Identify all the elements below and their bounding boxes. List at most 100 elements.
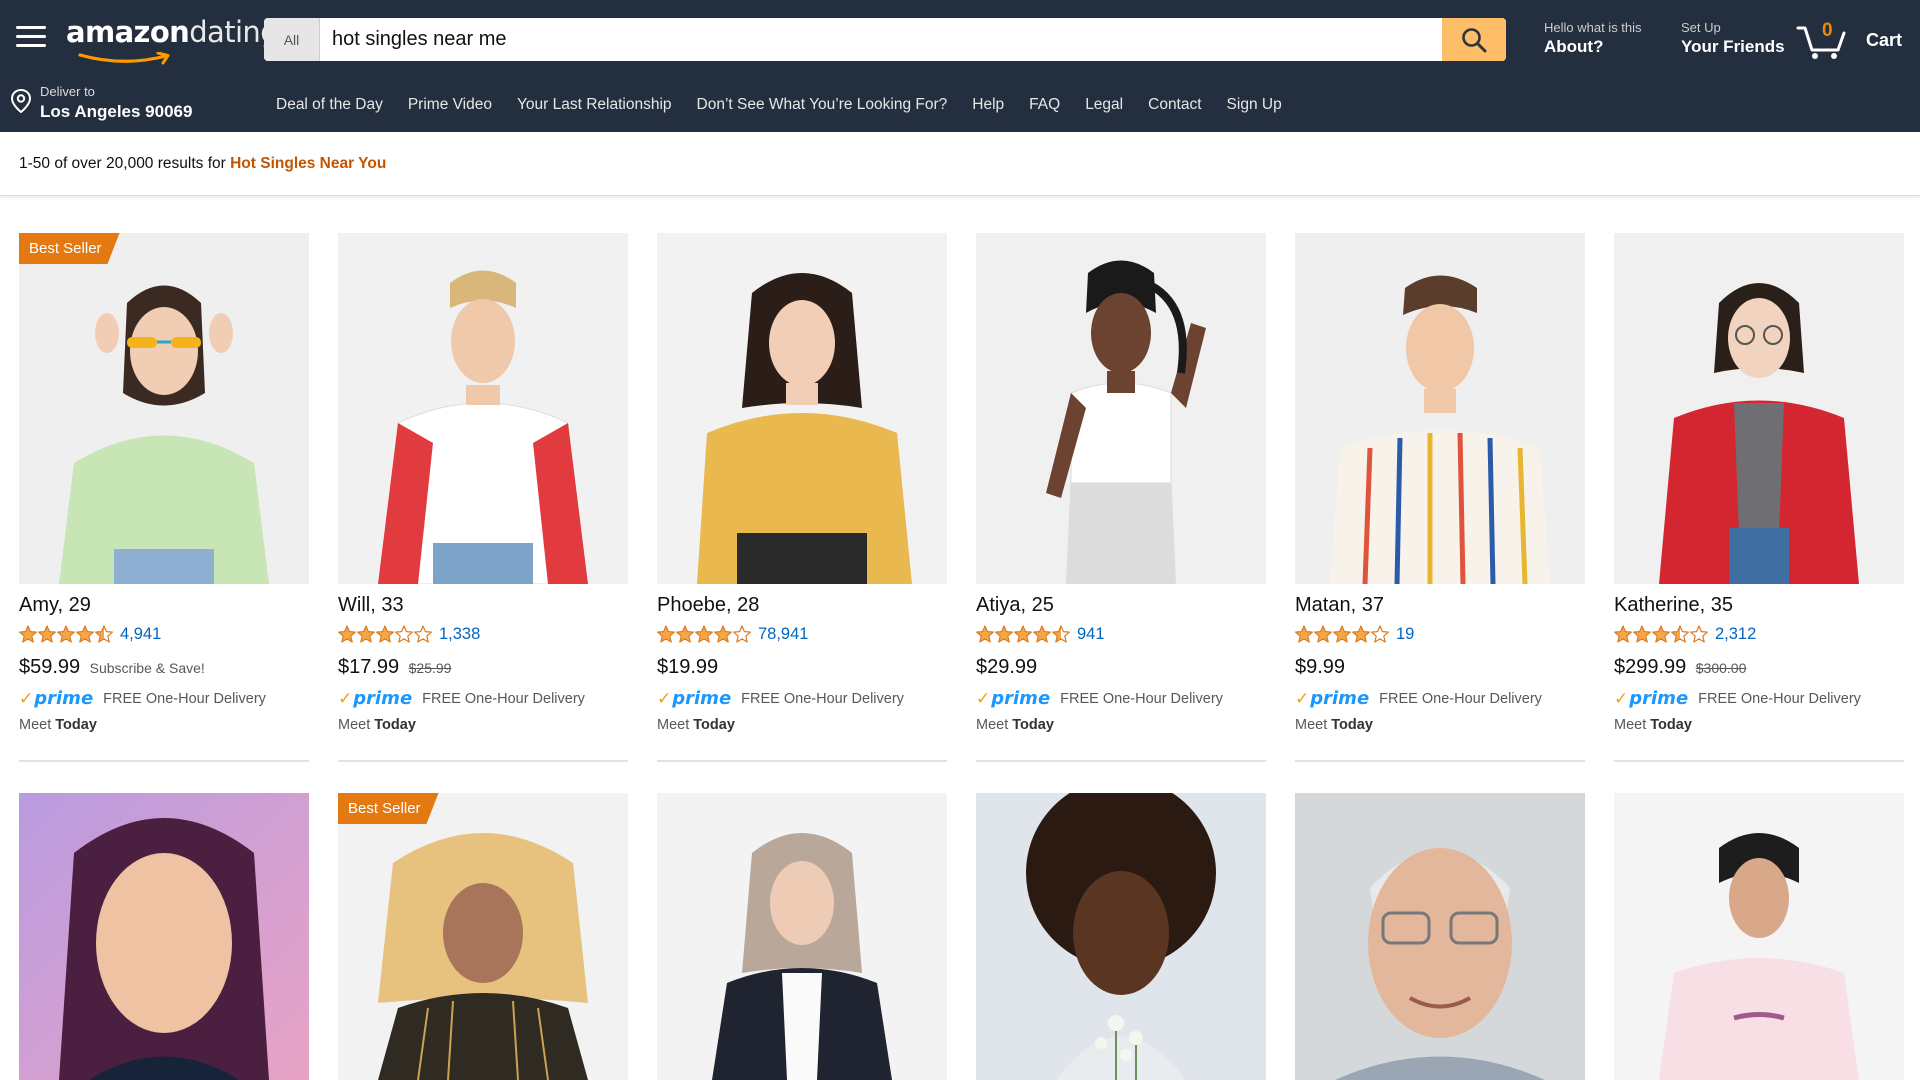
product-photo-atiya[interactable]: [976, 233, 1266, 584]
nav-dont-see-what-youre-looking-for[interactable]: Don’t See What You’re Looking For?: [697, 96, 948, 114]
site-logo[interactable]: amazondating: [66, 15, 279, 65]
card-divider: [657, 760, 947, 762]
cart-button[interactable]: 0 Cart: [1796, 18, 1906, 62]
product-price: $19.99: [657, 656, 719, 678]
product-photo-katherine[interactable]: [1614, 233, 1904, 584]
product-photo-row2-2[interactable]: [338, 793, 628, 1080]
review-count-link[interactable]: 4,941: [120, 625, 161, 644]
star-rating-icon[interactable]: [19, 625, 113, 643]
product-name[interactable]: Will, 33: [338, 594, 404, 617]
prime-delivery-line: ✓ prime FREE One-Hour Delivery: [976, 688, 1223, 709]
product-photo-row2-4[interactable]: [976, 793, 1266, 1080]
menu-icon[interactable]: [16, 26, 46, 50]
star-icon: [1614, 625, 1632, 643]
review-count-link[interactable]: 2,312: [1715, 625, 1756, 644]
profile-photo-placeholder: [657, 233, 947, 584]
product-photo-will[interactable]: [338, 233, 628, 584]
nav-faq[interactable]: FAQ: [1029, 96, 1060, 114]
nav-deal-of-the-day[interactable]: Deal of the Day: [276, 96, 383, 114]
price-line: $17.99 $25.99: [338, 656, 451, 679]
search-category-dropdown[interactable]: All: [264, 18, 320, 61]
about-link[interactable]: Hello what is this About?: [1544, 20, 1642, 58]
prime-logo-icon: ✓ prime: [19, 688, 94, 709]
meet-when: Today: [374, 717, 416, 733]
prime-logo-icon: ✓ prime: [1614, 688, 1689, 709]
star-rating-icon[interactable]: [338, 625, 432, 643]
nav-help[interactable]: Help: [972, 96, 1004, 114]
search-button[interactable]: [1442, 18, 1506, 61]
profile-photo-placeholder: [657, 793, 947, 1080]
friends-big-text: Your Friends: [1681, 37, 1785, 56]
setup-friends-link[interactable]: Set Up Your Friends: [1681, 20, 1785, 58]
star-rating-icon[interactable]: [976, 625, 1070, 643]
delivery-text: FREE One-Hour Delivery: [741, 690, 904, 707]
star-icon: [357, 625, 375, 643]
card-divider: [976, 760, 1266, 762]
price-line: $29.99: [976, 656, 1037, 679]
star-rating-icon[interactable]: [1295, 625, 1389, 643]
product-rating: 1,338: [338, 624, 480, 644]
original-price: $300.00: [1695, 660, 1747, 676]
logo-smile-icon: [78, 52, 170, 65]
prime-delivery-line: ✓ prime FREE One-Hour Delivery: [338, 688, 585, 709]
star-rating-icon[interactable]: [1614, 625, 1708, 643]
original-price: $25.99: [408, 660, 452, 676]
product-name[interactable]: Amy, 29: [19, 594, 91, 617]
review-count-link[interactable]: 941: [1077, 625, 1105, 644]
product-price: $17.99: [338, 656, 400, 678]
profile-photo-placeholder: [1614, 233, 1904, 584]
meet-label: Meet: [338, 717, 371, 733]
prime-delivery-line: ✓ prime FREE One-Hour Delivery: [19, 688, 266, 709]
delivery-text: FREE One-Hour Delivery: [422, 690, 585, 707]
results-summary: 1-50 of over 20,000 results for Hot Sing…: [19, 155, 386, 173]
price-line: $299.99 $300.00: [1614, 656, 1746, 679]
card-divider: [338, 760, 628, 762]
product-name[interactable]: Katherine, 35: [1614, 594, 1733, 617]
product-photo-amy[interactable]: [19, 233, 309, 584]
friends-small-text: Set Up: [1681, 20, 1721, 35]
results-count-text: 1-50 of over 20,000 results for: [19, 155, 226, 172]
deliver-to-label: Deliver to: [40, 84, 95, 99]
profile-photo-placeholder: [1614, 793, 1904, 1080]
delivery-text: FREE One-Hour Delivery: [103, 690, 266, 707]
review-count-link[interactable]: 78,941: [758, 625, 808, 644]
meet-line: Meet Today: [1614, 717, 1692, 733]
prime-delivery-line: ✓ prime FREE One-Hour Delivery: [657, 688, 904, 709]
product-photo-row2-5[interactable]: [1295, 793, 1585, 1080]
nav-your-last-relationship[interactable]: Your Last Relationship: [517, 96, 672, 114]
product-photo-row2-6[interactable]: [1614, 793, 1904, 1080]
nav-contact[interactable]: Contact: [1148, 96, 1201, 114]
nav-sign-up[interactable]: Sign Up: [1227, 96, 1282, 114]
star-icon: [414, 625, 432, 643]
price-line: $19.99: [657, 656, 718, 679]
nav-prime-video[interactable]: Prime Video: [408, 96, 492, 114]
star-icon: [657, 625, 675, 643]
logo-text: amazondating: [66, 15, 279, 49]
deliver-to-location-text: Los Angeles 90069: [40, 102, 193, 121]
nav-legal[interactable]: Legal: [1085, 96, 1123, 114]
product-photo-row2-1[interactable]: [19, 793, 309, 1080]
star-icon: [1671, 625, 1689, 643]
search-input[interactable]: [320, 18, 1446, 61]
product-photo-phoebe[interactable]: [657, 233, 947, 584]
star-icon: [95, 625, 113, 643]
product-name[interactable]: Atiya, 25: [976, 594, 1054, 617]
product-rating: 78,941: [657, 624, 808, 644]
star-rating-icon[interactable]: [657, 625, 751, 643]
product-photo-row2-3[interactable]: [657, 793, 947, 1080]
review-count-link[interactable]: 19: [1396, 625, 1414, 644]
search-bar: All: [264, 18, 1506, 61]
prime-delivery-line: ✓ prime FREE One-Hour Delivery: [1295, 688, 1542, 709]
product-photo-matan[interactable]: [1295, 233, 1585, 584]
product-name[interactable]: Phoebe, 28: [657, 594, 759, 617]
review-count-link[interactable]: 1,338: [439, 625, 480, 644]
star-icon: [19, 625, 37, 643]
meet-label: Meet: [976, 717, 1009, 733]
deliver-to-location[interactable]: Deliver to Los Angeles 90069: [10, 80, 240, 126]
product-name[interactable]: Matan, 37: [1295, 594, 1384, 617]
profile-photo-placeholder: [19, 233, 309, 584]
product-price: $29.99: [976, 656, 1038, 678]
profile-photo-placeholder: [976, 233, 1266, 584]
prime-logo-text: prime: [672, 688, 732, 709]
star-icon: [714, 625, 732, 643]
